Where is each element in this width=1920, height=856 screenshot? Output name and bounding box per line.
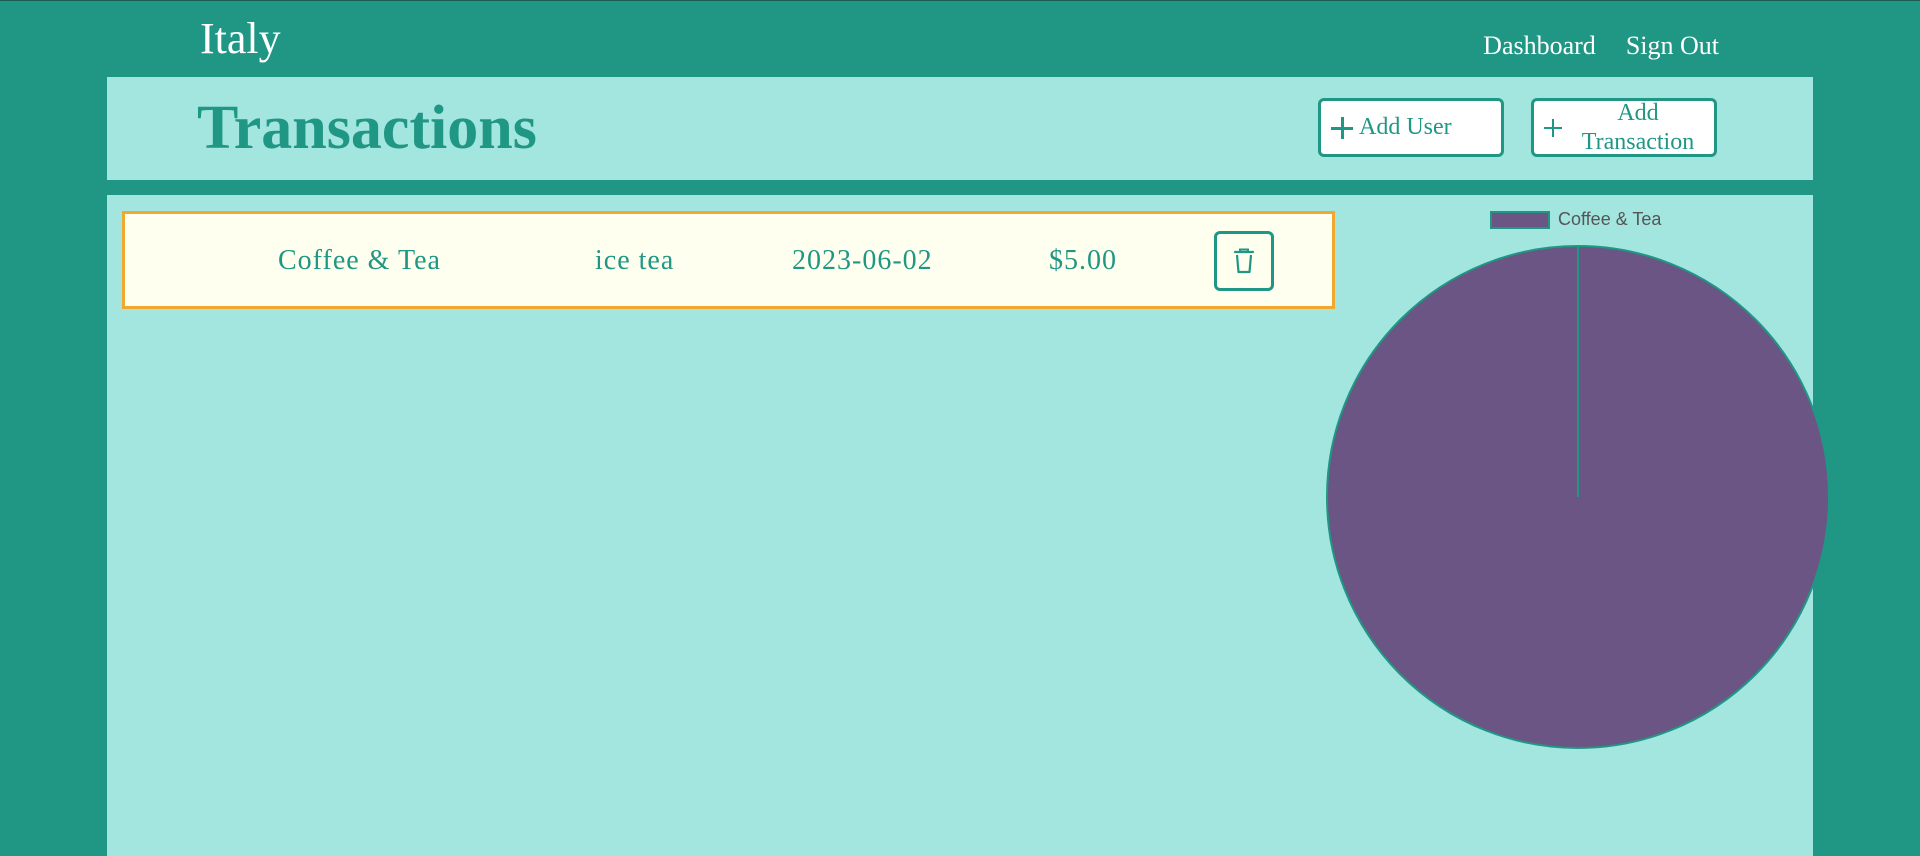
transaction-row: Coffee & Tea ice tea 2023-06-02 $5.00 — [122, 211, 1335, 309]
add-transaction-button[interactable]: Add Transaction — [1531, 98, 1717, 157]
transaction-date: 2023-06-02 — [792, 245, 933, 276]
pie-svg — [1326, 245, 1830, 749]
nav-links: Dashboard Sign Out — [1483, 29, 1719, 63]
plus-icon — [1331, 116, 1353, 139]
brand-title[interactable]: Italy — [200, 13, 281, 65]
transaction-category: Coffee & Tea — [278, 245, 441, 276]
add-user-label: Add User — [1359, 114, 1452, 140]
top-navbar: Italy Dashboard Sign Out — [0, 0, 1920, 76]
add-transaction-label: Add Transaction — [1581, 99, 1695, 155]
transaction-description: ice tea — [595, 245, 675, 276]
delete-transaction-button[interactable] — [1214, 231, 1274, 291]
spending-pie-chart: Coffee & Tea — [1320, 195, 1840, 755]
trash-icon — [1233, 248, 1255, 274]
page-header: Transactions Add User Add Transaction — [107, 77, 1813, 180]
transaction-amount: $5.00 — [1049, 245, 1117, 276]
nav-sign-out-link[interactable]: Sign Out — [1626, 29, 1719, 63]
nav-dashboard-link[interactable]: Dashboard — [1483, 29, 1596, 63]
plus-icon — [1544, 118, 1562, 137]
page-title: Transactions — [197, 94, 537, 162]
add-user-button[interactable]: Add User — [1318, 98, 1504, 157]
